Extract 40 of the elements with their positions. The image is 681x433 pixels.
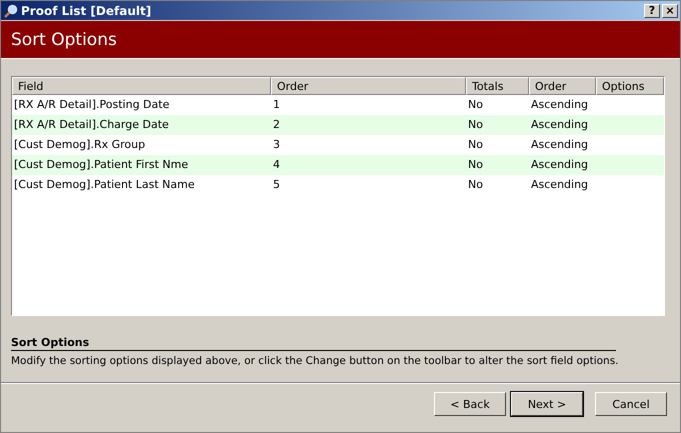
table-cell-text: [Cust Demog].Patient Last Name bbox=[13, 177, 196, 193]
table-cell-text: 3 bbox=[272, 137, 281, 153]
column-header[interactable]: Order bbox=[271, 77, 466, 95]
table-cell-text: [Cust Demog].Rx Group bbox=[13, 137, 146, 153]
table-row[interactable]: [RX A/R Detail].Posting Date 1 No Ascending bbox=[12, 95, 664, 115]
table-cell-text: Ascending bbox=[530, 177, 590, 193]
section-heading: Sort Options bbox=[11, 336, 616, 351]
table-cell-text: 2 bbox=[272, 117, 281, 133]
table-cell-text: No bbox=[467, 97, 484, 113]
table-cell-text: No bbox=[467, 157, 484, 173]
table-cell-text: [RX A/R Detail].Charge Date bbox=[13, 117, 170, 133]
table-cell-text: No bbox=[467, 137, 484, 153]
table-cell-text: Ascending bbox=[530, 97, 590, 113]
table-row[interactable]: [RX A/R Detail].Charge Date 2 No Ascending bbox=[12, 115, 664, 135]
table-row[interactable]: [Cust Demog].Patient Last Name 5 No Ascending bbox=[12, 175, 664, 195]
close-button[interactable]: × bbox=[662, 4, 678, 18]
table-cell-text: Ascending bbox=[530, 137, 590, 153]
help-button[interactable]: ? bbox=[644, 4, 660, 18]
table-cell-text: 5 bbox=[272, 177, 281, 193]
back-button[interactable]: < Back bbox=[434, 392, 506, 416]
table-row[interactable]: [Cust Demog].Rx Group 3 No Ascending bbox=[12, 135, 664, 155]
column-header[interactable]: Field bbox=[12, 77, 271, 95]
table-cell-text: 4 bbox=[272, 157, 281, 173]
page-title: Sort Options bbox=[11, 30, 117, 50]
table-cell-text: Ascending bbox=[530, 157, 590, 173]
table-cell-text: [Cust Demog].Patient First Nme bbox=[13, 157, 190, 173]
magnifier-icon bbox=[4, 4, 18, 18]
cancel-button[interactable]: Cancel bbox=[595, 392, 667, 416]
next-button[interactable]: Next > bbox=[511, 392, 583, 416]
column-header[interactable]: Totals bbox=[466, 77, 529, 95]
table-cell-text: No bbox=[467, 177, 484, 193]
column-header[interactable]: Options bbox=[596, 77, 664, 95]
table-cell-text: 1 bbox=[272, 97, 281, 113]
window-title: Proof List [Default] bbox=[21, 4, 152, 18]
table-cell-text: Ascending bbox=[530, 117, 590, 133]
description-text: Modify the sorting options displayed above, or click the Change button on the toolbar to alter the sort field options. bbox=[11, 355, 616, 367]
table-cell-text: No bbox=[467, 117, 484, 133]
column-header[interactable]: Order bbox=[529, 77, 596, 95]
table-row[interactable]: [Cust Demog].Patient First Nme 4 No Ascending bbox=[12, 155, 664, 175]
table-cell-text: [RX A/R Detail].Posting Date bbox=[13, 97, 170, 113]
